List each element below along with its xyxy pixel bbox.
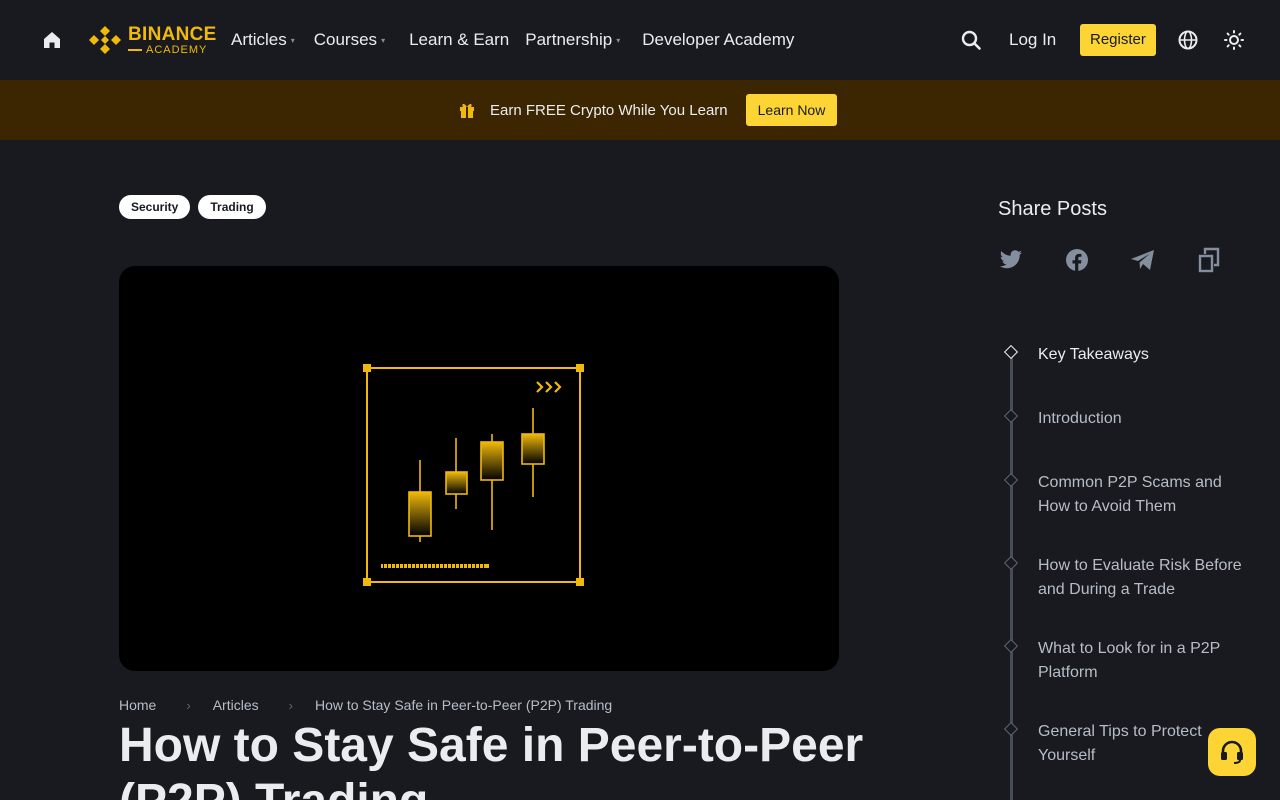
breadcrumb-articles[interactable]: Articles — [213, 697, 259, 713]
toc-item-evaluate-risk[interactable]: How to Evaluate Risk Before and During a… — [1038, 554, 1253, 602]
top-navigation: BINANCE ACADEMY Articles ▾ Courses ▾ Lea… — [0, 0, 1280, 80]
banner-text: Earn FREE Crypto While You Learn — [490, 101, 728, 119]
tag-trading[interactable]: Trading — [198, 195, 266, 219]
menu-partnership-label: Partnership — [525, 30, 613, 49]
chevron-down-icon: ▾ — [616, 35, 621, 45]
toc-marker — [1003, 408, 1019, 424]
article-hero-image — [119, 266, 839, 671]
breadcrumb: Home › Articles › How to Stay Safe in Pe… — [119, 697, 612, 713]
logo-wordmark: BINANCE — [128, 23, 217, 45]
login-button[interactable]: Log In — [1009, 30, 1056, 50]
toc-marker — [1003, 638, 1019, 654]
toc-item-introduction[interactable]: Introduction — [1038, 407, 1253, 431]
register-button[interactable]: Register — [1080, 24, 1156, 56]
tag-security[interactable]: Security — [119, 195, 191, 219]
menu-learn-earn[interactable]: Learn & Earn — [409, 30, 509, 50]
menu-articles-label: Articles — [231, 30, 287, 49]
chevron-right-icon: › — [186, 697, 191, 713]
toc-item-key-takeaways[interactable]: Key Takeaways — [1038, 343, 1253, 367]
support-chat-button[interactable] — [1208, 728, 1256, 776]
learn-now-button[interactable]: Learn Now — [745, 94, 838, 126]
breadcrumb-home[interactable]: Home — [119, 697, 156, 713]
logo-subtitle: ACADEMY — [128, 44, 217, 56]
copy-link-icon[interactable] — [1196, 246, 1222, 274]
menu-learn-earn-label: Learn & Earn — [409, 30, 510, 49]
article-title: How to Stay Safe in Peer-to-Peer (P2P) T… — [119, 719, 864, 800]
toc-item-common-scams[interactable]: Common P2P Scams and How to Avoid Them — [1038, 471, 1253, 519]
binance-academy-logo[interactable]: BINANCE ACADEMY — [88, 24, 217, 56]
toc-marker — [1003, 721, 1019, 737]
globe-icon — [1178, 30, 1198, 50]
toc-marker-active — [1003, 344, 1019, 360]
theme-toggle[interactable] — [1223, 24, 1245, 56]
theme-sun-icon — [1224, 30, 1244, 50]
share-buttons — [998, 246, 1222, 274]
search-icon — [961, 30, 981, 50]
search-button[interactable] — [960, 24, 982, 56]
menu-developer-academy[interactable]: Developer Academy — [642, 30, 794, 50]
twitter-icon[interactable] — [998, 246, 1024, 274]
language-button[interactable] — [1177, 24, 1199, 56]
binance-logo-icon — [89, 26, 121, 54]
breadcrumb-current: How to Stay Safe in Peer-to-Peer (P2P) T… — [314, 697, 613, 713]
toc-marker — [1003, 555, 1019, 571]
facebook-icon[interactable] — [1064, 246, 1090, 274]
candlestick-illustration — [363, 364, 584, 586]
toc-marker — [1003, 472, 1019, 488]
share-posts-heading: Share Posts — [998, 198, 1107, 220]
menu-articles[interactable]: Articles ▾ — [231, 30, 295, 50]
chevron-right-icon: › — [288, 697, 293, 713]
main-menu: Articles ▾ Courses ▾ Learn & Earn Partne… — [231, 28, 794, 52]
chevron-down-icon: ▾ — [381, 35, 386, 45]
article-tags: Security Trading — [119, 195, 266, 219]
home-icon[interactable] — [40, 28, 64, 52]
menu-courses[interactable]: Courses ▾ — [314, 30, 385, 50]
toc-item-p2p-platform[interactable]: What to Look for in a P2P Platform — [1038, 637, 1253, 685]
menu-partnership[interactable]: Partnership ▾ — [525, 30, 620, 50]
chevron-down-icon: ▾ — [290, 35, 295, 45]
gift-icon — [460, 103, 474, 118]
headset-icon — [1221, 740, 1243, 764]
promo-banner: Earn FREE Crypto While You Learn Learn N… — [0, 80, 1280, 140]
telegram-icon[interactable] — [1130, 246, 1156, 274]
menu-courses-label: Courses — [313, 30, 378, 49]
menu-developer-academy-label: Developer Academy — [642, 30, 795, 49]
